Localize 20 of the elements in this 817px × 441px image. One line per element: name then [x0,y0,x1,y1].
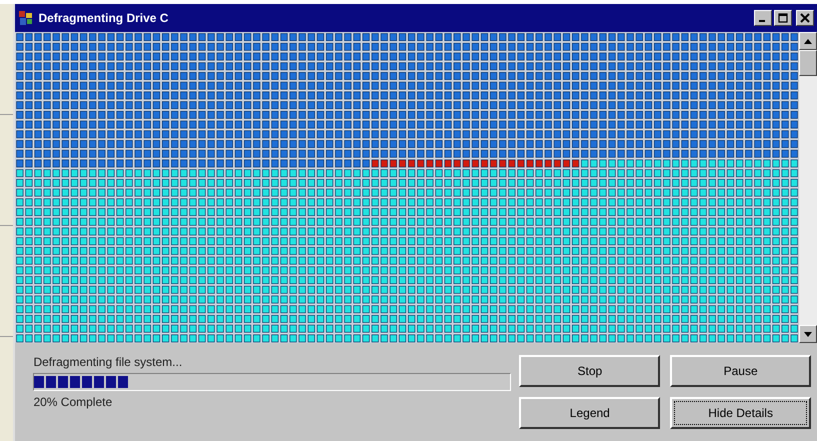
maximize-button[interactable] [774,10,792,26]
scrollbar[interactable] [799,32,817,343]
app-icon [18,10,34,26]
dialog-button[interactable]: Stop [519,355,660,387]
minimize-button[interactable] [754,10,772,26]
minimize-icon [759,20,765,22]
dialog-button[interactable]: Legend [519,397,660,429]
dialog-button[interactable]: Hide Details [670,397,811,429]
scroll-up-button[interactable] [799,32,817,50]
close-icon [800,13,810,23]
window-title: Defragmenting Drive C [38,11,168,25]
close-button[interactable] [796,10,814,26]
scroll-thumb[interactable] [799,50,817,76]
maximize-icon [778,13,788,23]
dialog-button[interactable]: Pause [670,355,811,387]
scroll-down-button[interactable] [799,325,817,343]
status-text: Defragmenting file system... [33,355,184,369]
progress-percent: 20% Complete [33,395,114,409]
down-arrow-icon [804,332,812,336]
up-arrow-icon [804,38,812,44]
